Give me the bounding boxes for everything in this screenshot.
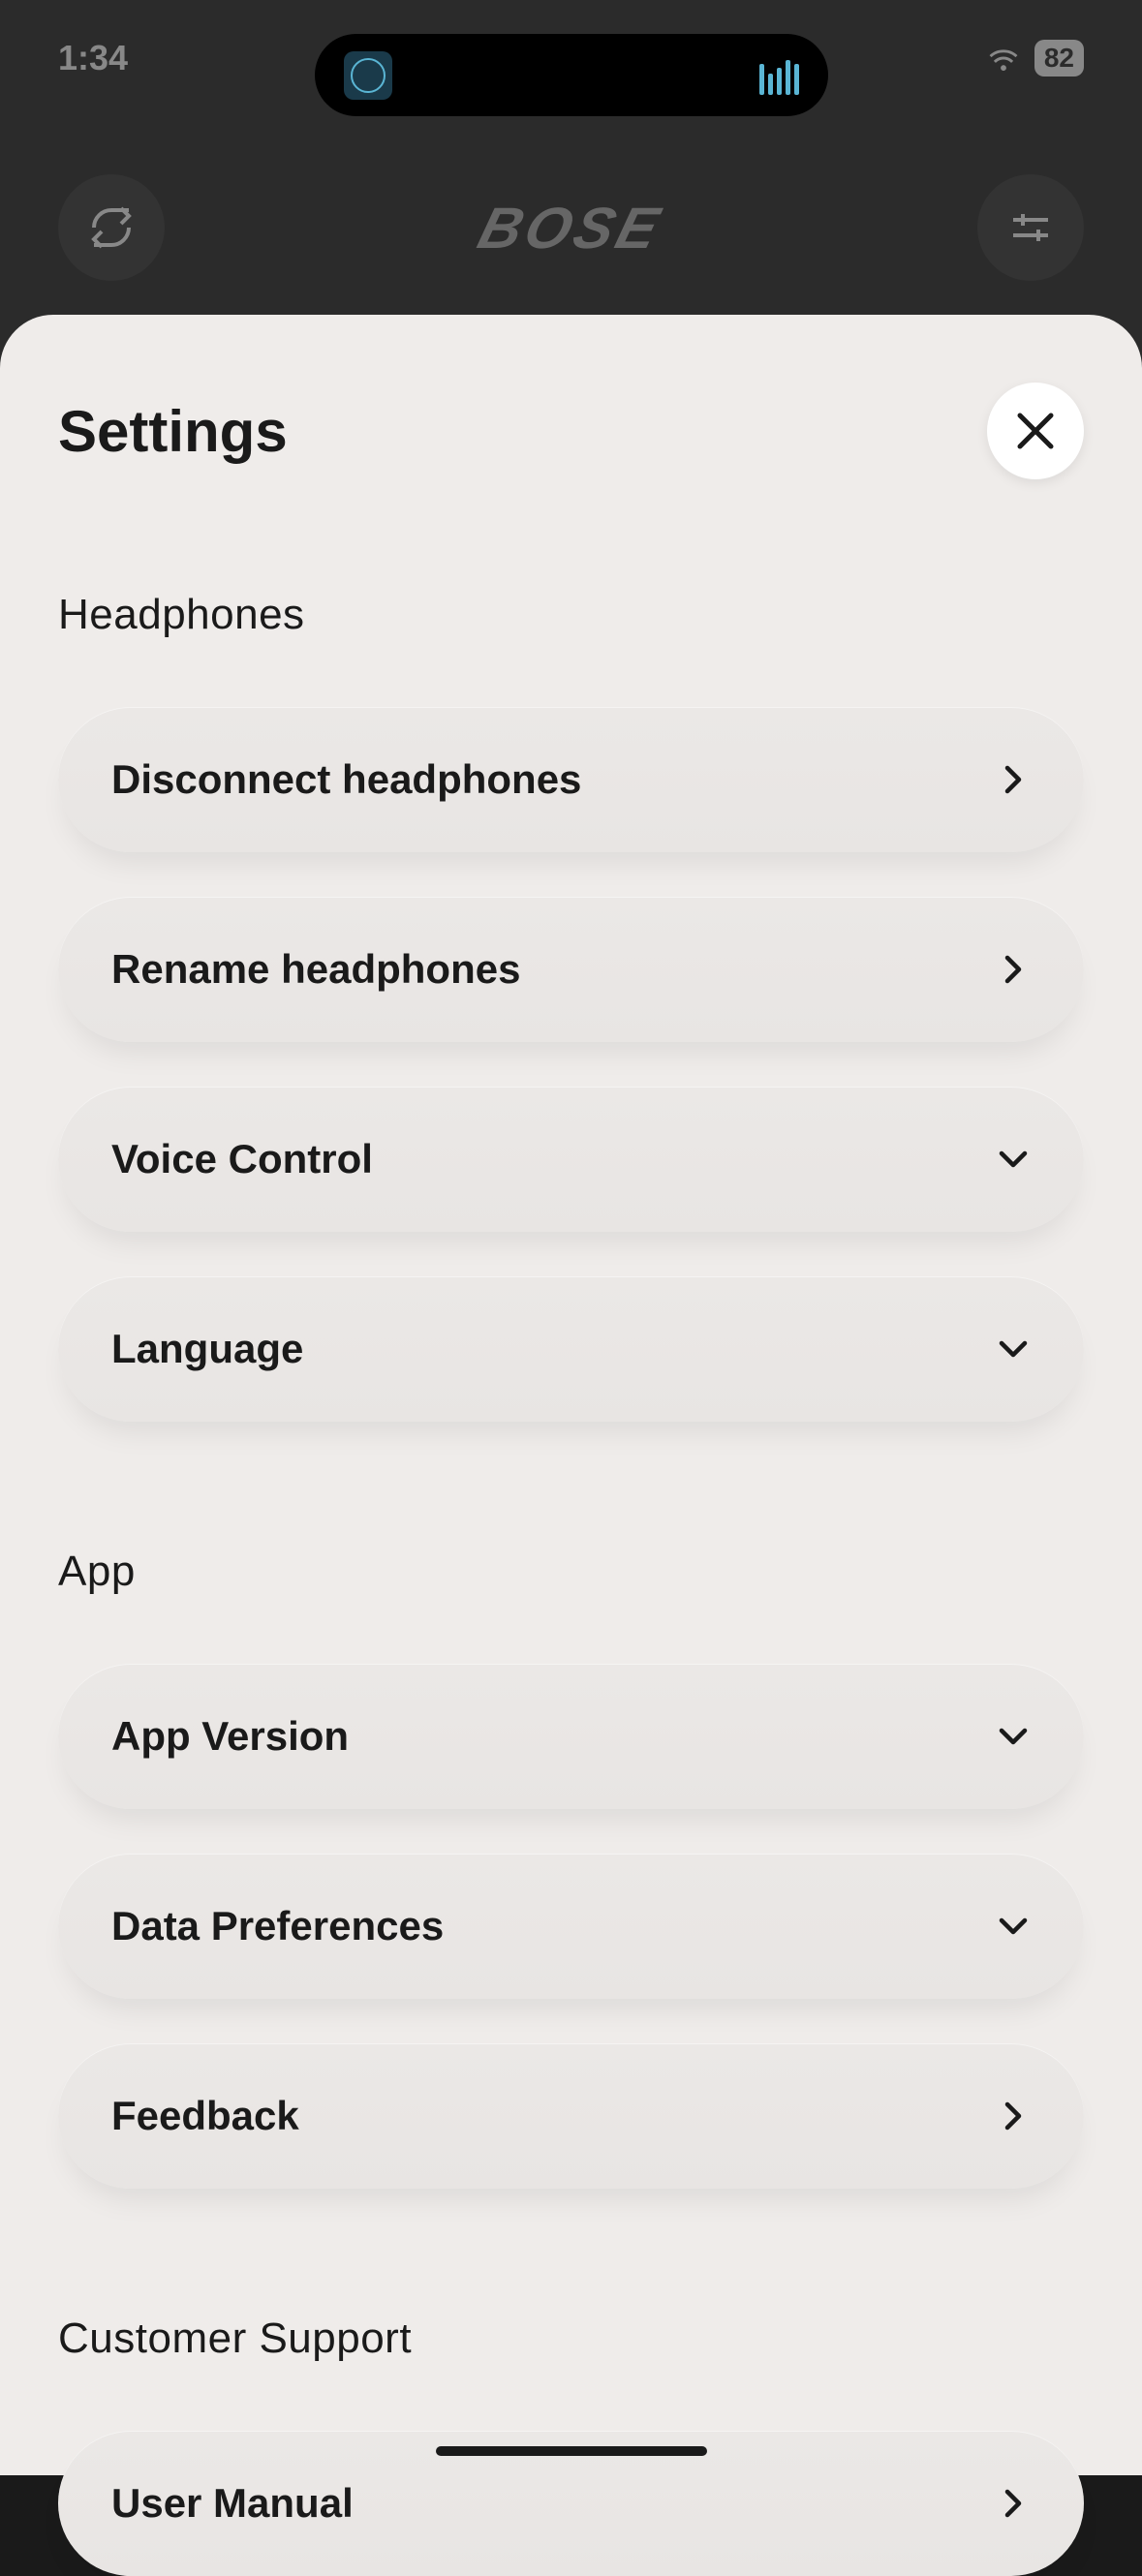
section-title-app: App <box>58 1548 1084 1596</box>
status-bar: 1:34 82 <box>0 0 1142 116</box>
sheet-title: Settings <box>58 398 288 465</box>
list-item-label: Rename headphones <box>111 946 520 993</box>
list-item-label: Data Preferences <box>111 1903 444 1949</box>
rename-headphones-item[interactable]: Rename headphones <box>58 897 1084 1042</box>
headphones-item-list: Disconnect headphones Rename headphones … <box>58 707 1084 1422</box>
chevron-right-icon <box>996 952 1031 987</box>
battery-level: 82 <box>1034 40 1084 77</box>
app-item-list: App Version Data Preferences Feedback <box>58 1664 1084 2189</box>
sheet-header: Settings <box>58 383 1084 479</box>
settings-sheet: Settings Headphones Disconnect headphone… <box>0 315 1142 2475</box>
feedback-item[interactable]: Feedback <box>58 2043 1084 2189</box>
chevron-right-icon <box>996 762 1031 797</box>
bose-logo: BOSE <box>472 195 670 261</box>
voice-control-item[interactable]: Voice Control <box>58 1087 1084 1232</box>
dynamic-island[interactable] <box>315 34 828 116</box>
list-item-label: Voice Control <box>111 1136 373 1182</box>
audio-equalizer-icon <box>759 56 799 95</box>
status-time: 1:34 <box>58 38 128 78</box>
list-item-label: Language <box>111 1326 303 1372</box>
home-indicator[interactable] <box>436 2446 707 2456</box>
chevron-down-icon <box>996 1332 1031 1366</box>
list-item-label: App Version <box>111 1713 349 1760</box>
wifi-icon <box>986 46 1021 71</box>
app-version-item[interactable]: App Version <box>58 1664 1084 1809</box>
language-item[interactable]: Language <box>58 1276 1084 1422</box>
refresh-button[interactable] <box>58 174 165 281</box>
section-title-headphones: Headphones <box>58 591 1084 639</box>
chevron-down-icon <box>996 1142 1031 1177</box>
list-item-label: Feedback <box>111 2093 299 2139</box>
list-item-label: User Manual <box>111 2480 354 2527</box>
data-preferences-item[interactable]: Data Preferences <box>58 1854 1084 1999</box>
disconnect-headphones-item[interactable]: Disconnect headphones <box>58 707 1084 852</box>
chevron-right-icon <box>996 2099 1031 2133</box>
equalizer-button[interactable] <box>977 174 1084 281</box>
section-title-support: Customer Support <box>58 2315 1084 2363</box>
close-icon <box>1012 408 1059 454</box>
chevron-right-icon <box>996 2486 1031 2521</box>
chevron-down-icon <box>996 1909 1031 1944</box>
list-item-label: Disconnect headphones <box>111 756 581 803</box>
app-header: BOSE <box>0 165 1142 291</box>
sliders-icon <box>1007 204 1054 251</box>
close-button[interactable] <box>987 383 1084 479</box>
now-playing-app-icon <box>344 51 392 100</box>
refresh-icon <box>88 204 135 251</box>
chevron-down-icon <box>996 1719 1031 1754</box>
status-right: 82 <box>986 40 1084 77</box>
